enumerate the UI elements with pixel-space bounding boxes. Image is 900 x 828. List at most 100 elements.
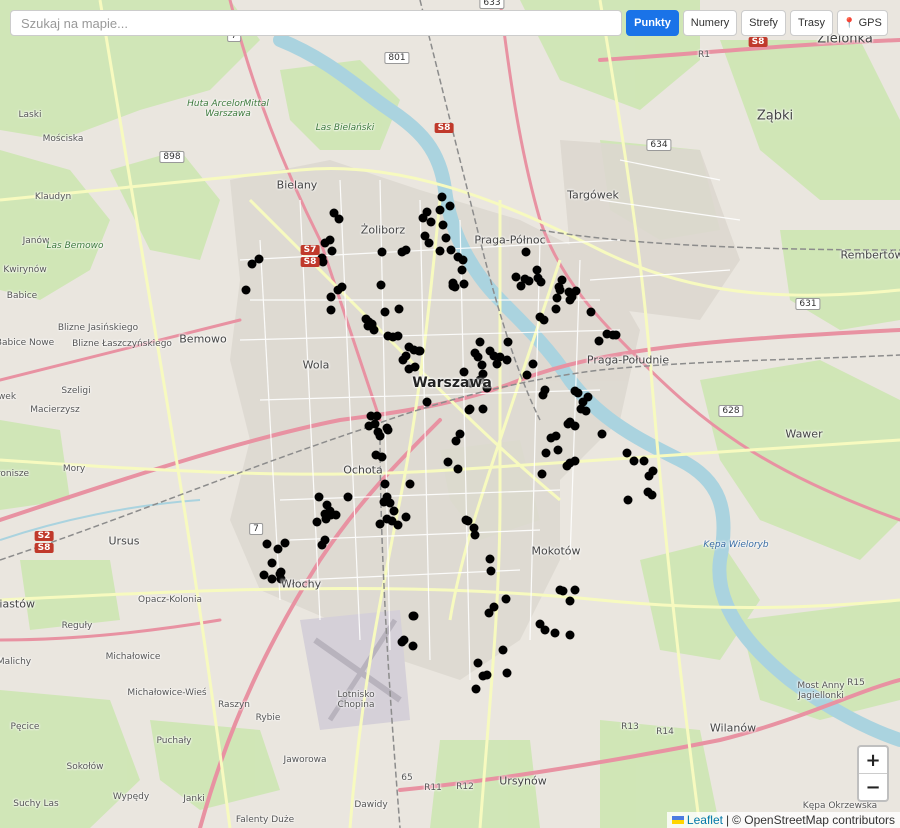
point-marker[interactable] [394, 304, 404, 314]
point-marker[interactable] [475, 375, 485, 385]
point-marker[interactable] [511, 272, 521, 282]
point-marker[interactable] [377, 452, 387, 462]
point-marker[interactable] [647, 490, 657, 500]
map-canvas[interactable]: Warszawa Zielonka Ząbki Laski Mościska K… [0, 0, 900, 828]
point-marker[interactable] [445, 201, 455, 211]
point-marker[interactable] [466, 378, 476, 388]
point-marker[interactable] [471, 684, 481, 694]
point-marker[interactable] [435, 246, 445, 256]
point-marker[interactable] [379, 497, 389, 507]
point-marker[interactable] [459, 367, 469, 377]
point-marker[interactable] [262, 539, 272, 549]
point-marker[interactable] [458, 255, 468, 265]
point-marker[interactable] [457, 265, 467, 275]
point-marker[interactable] [408, 611, 418, 621]
point-marker[interactable] [320, 238, 330, 248]
point-marker[interactable] [422, 397, 432, 407]
point-marker[interactable] [405, 479, 415, 489]
point-marker[interactable] [478, 404, 488, 414]
point-marker[interactable] [597, 429, 607, 439]
point-marker[interactable] [486, 566, 496, 576]
point-marker[interactable] [401, 512, 411, 522]
zoom-in-button[interactable]: + [859, 747, 887, 773]
point-marker[interactable] [644, 471, 654, 481]
point-marker[interactable] [498, 645, 508, 655]
point-marker[interactable] [565, 295, 575, 305]
point-marker[interactable] [532, 265, 542, 275]
point-marker[interactable] [441, 233, 451, 243]
point-marker[interactable] [312, 517, 322, 527]
point-marker[interactable] [435, 205, 445, 215]
point-marker[interactable] [314, 492, 324, 502]
point-marker[interactable] [622, 448, 632, 458]
point-marker[interactable] [554, 282, 564, 292]
search-input[interactable] [10, 10, 622, 36]
point-marker[interactable] [334, 214, 344, 224]
point-marker[interactable] [503, 337, 513, 347]
point-marker[interactable] [540, 385, 550, 395]
point-marker[interactable] [317, 540, 327, 550]
point-marker[interactable] [461, 515, 471, 525]
point-marker[interactable] [565, 630, 575, 640]
point-marker[interactable] [539, 315, 549, 325]
point-marker[interactable] [470, 530, 480, 540]
point-marker[interactable] [570, 585, 580, 595]
point-marker[interactable] [408, 641, 418, 651]
point-marker[interactable] [475, 337, 485, 347]
point-marker[interactable] [501, 594, 511, 604]
point-marker[interactable] [393, 331, 403, 341]
point-marker[interactable] [437, 192, 447, 202]
point-marker[interactable] [364, 421, 374, 431]
point-marker[interactable] [536, 277, 546, 287]
point-marker[interactable] [438, 220, 448, 230]
point-marker[interactable] [492, 359, 502, 369]
point-marker[interactable] [397, 247, 407, 257]
point-marker[interactable] [465, 404, 475, 414]
point-marker[interactable] [364, 317, 374, 327]
point-marker[interactable] [571, 286, 581, 296]
point-marker[interactable] [565, 417, 575, 427]
point-marker[interactable] [318, 257, 328, 267]
point-marker[interactable] [550, 628, 560, 638]
point-marker[interactable] [372, 411, 382, 421]
point-marker[interactable] [380, 479, 390, 489]
point-marker[interactable] [482, 383, 492, 393]
point-marker[interactable] [570, 456, 580, 466]
point-marker[interactable] [459, 279, 469, 289]
point-marker[interactable] [451, 436, 461, 446]
point-marker[interactable] [377, 247, 387, 257]
point-marker[interactable] [581, 406, 591, 416]
point-marker[interactable] [241, 285, 251, 295]
point-marker[interactable] [375, 519, 385, 529]
point-marker[interactable] [326, 292, 336, 302]
point-marker[interactable] [573, 388, 583, 398]
point-marker[interactable] [484, 608, 494, 618]
point-marker[interactable] [473, 658, 483, 668]
point-marker[interactable] [540, 625, 550, 635]
point-marker[interactable] [546, 433, 556, 443]
leaflet-link[interactable]: Leaflet [687, 813, 723, 827]
point-marker[interactable] [426, 217, 436, 227]
point-marker[interactable] [541, 448, 551, 458]
point-marker[interactable] [594, 336, 604, 346]
zoom-out-button[interactable]: − [859, 773, 887, 800]
point-marker[interactable] [380, 307, 390, 317]
point-marker[interactable] [502, 668, 512, 678]
point-marker[interactable] [528, 359, 538, 369]
point-marker[interactable] [422, 207, 432, 217]
point-marker[interactable] [448, 281, 458, 291]
point-marker[interactable] [502, 355, 512, 365]
point-marker[interactable] [337, 282, 347, 292]
point-marker[interactable] [521, 247, 531, 257]
point-marker[interactable] [485, 554, 495, 564]
point-marker[interactable] [398, 355, 408, 365]
point-marker[interactable] [399, 635, 409, 645]
points-button[interactable]: Punkty [626, 10, 679, 36]
point-marker[interactable] [586, 307, 596, 317]
point-marker[interactable] [551, 304, 561, 314]
point-marker[interactable] [325, 506, 335, 516]
point-marker[interactable] [410, 362, 420, 372]
point-marker[interactable] [611, 330, 621, 340]
point-marker[interactable] [453, 464, 463, 474]
point-marker[interactable] [473, 352, 483, 362]
